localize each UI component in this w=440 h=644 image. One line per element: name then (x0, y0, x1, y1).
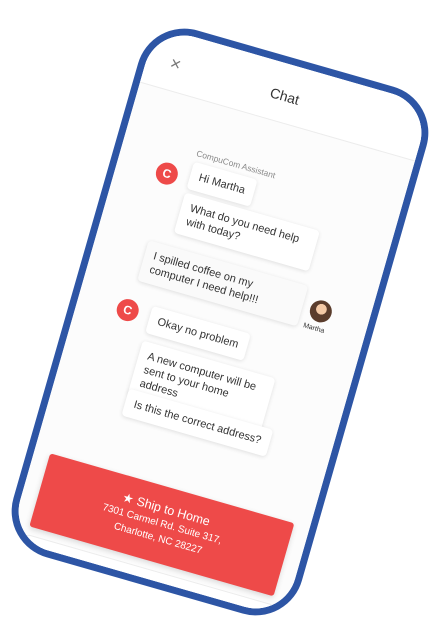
assistant-avatar: C (114, 296, 142, 324)
assistant-avatar: C (153, 159, 181, 188)
user-name: Martha (302, 322, 326, 335)
star-icon: ★ (120, 490, 136, 507)
chat-screen: × Chat CompuCom Assistant C Hi Martha Wh… (8, 25, 432, 627)
phone-frame: × Chat CompuCom Assistant C Hi Martha Wh… (0, 17, 440, 627)
user-avatar (307, 297, 335, 325)
chat-thread: CompuCom Assistant C Hi Martha What do y… (9, 82, 415, 627)
